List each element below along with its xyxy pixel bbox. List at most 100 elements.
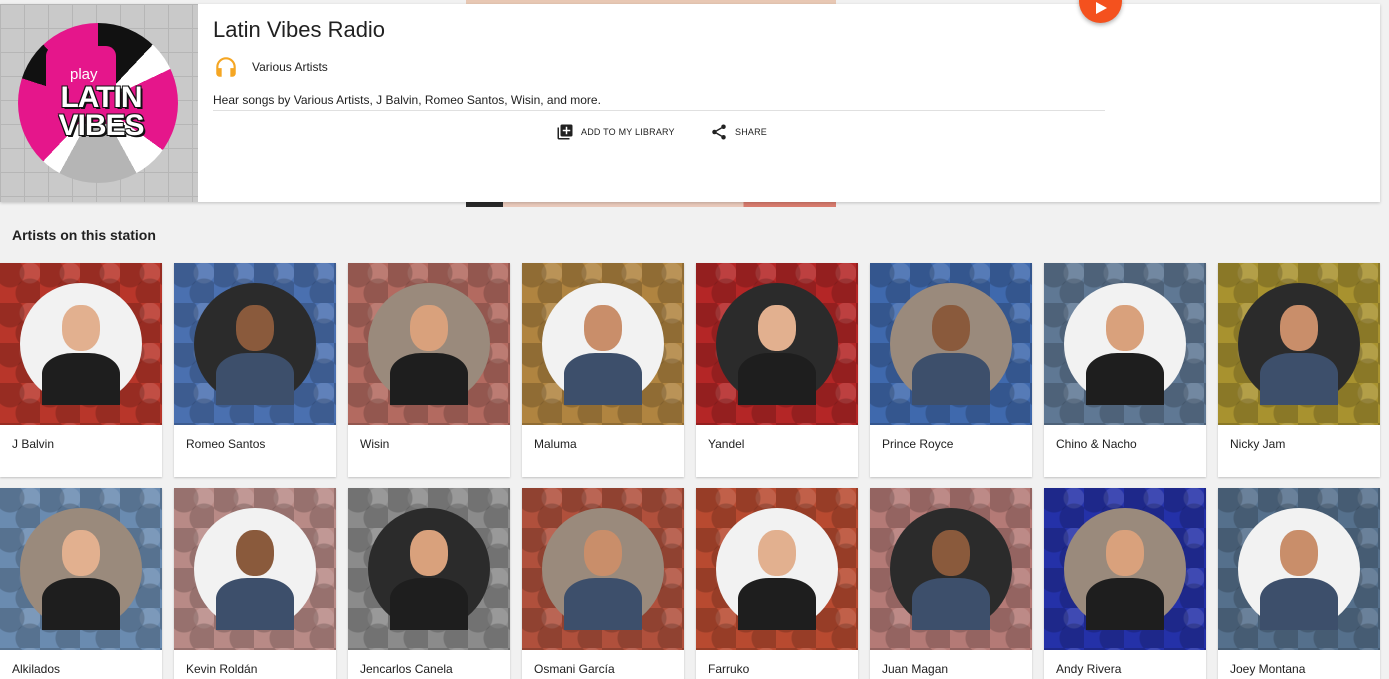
artist-tile[interactable]: Romeo Santos: [174, 263, 336, 477]
artist-photo-head: [584, 305, 622, 351]
artist-photo-head: [236, 305, 274, 351]
section-title: Artists on this station: [12, 227, 156, 243]
artist-tile[interactable]: Joey Montana: [1218, 488, 1380, 679]
artist-photo: [1064, 283, 1186, 405]
artist-tile[interactable]: Farruko: [696, 488, 858, 679]
headphones-icon: [216, 57, 236, 77]
artist-tile[interactable]: Jencarlos Canela: [348, 488, 510, 679]
station-artwork[interactable]: play LATIN VIBES: [0, 4, 198, 202]
artist-artwork: [1044, 488, 1206, 650]
artist-photo-head: [1106, 530, 1144, 576]
artist-photo: [368, 508, 490, 630]
artist-tile[interactable]: Alkilados: [0, 488, 162, 679]
artist-photo-body: [42, 353, 120, 405]
artist-tile[interactable]: Juan Magan: [870, 488, 1032, 679]
artist-tile[interactable]: Nicky Jam: [1218, 263, 1380, 477]
artist-photo-body: [1260, 353, 1338, 405]
add-to-library-label: ADD TO MY LIBRARY: [581, 127, 675, 137]
play-button[interactable]: [1079, 0, 1122, 23]
station-title: Latin Vibes Radio: [213, 17, 386, 42]
artist-name[interactable]: Yandel: [708, 437, 744, 451]
artist-photo: [1238, 508, 1360, 630]
artist-artwork: [1218, 263, 1380, 425]
artist-name[interactable]: Kevin Roldán: [186, 662, 257, 676]
station-description: Hear songs by Various Artists, J Balvin,…: [213, 93, 601, 107]
artist-photo: [542, 508, 664, 630]
artist-name[interactable]: Prince Royce: [882, 437, 953, 451]
artist-photo: [542, 283, 664, 405]
artist-photo-body: [564, 353, 642, 405]
artist-artwork: [1044, 263, 1206, 425]
play-icon: [1096, 2, 1107, 14]
artist-name[interactable]: Jencarlos Canela: [360, 662, 453, 676]
artist-photo-body: [738, 353, 816, 405]
divider: [213, 110, 1105, 111]
artist-photo-head: [1106, 305, 1144, 351]
artist-photo: [890, 283, 1012, 405]
artist-name[interactable]: Farruko: [708, 662, 749, 676]
artist-tile[interactable]: Yandel: [696, 263, 858, 477]
artist-artwork: [348, 263, 510, 425]
station-artist-row: Various Artists: [213, 54, 328, 80]
artist-photo: [368, 283, 490, 405]
share-label: SHARE: [735, 127, 768, 137]
artist-photo-head: [584, 530, 622, 576]
artist-photo-head: [932, 530, 970, 576]
artist-tile[interactable]: Wisin: [348, 263, 510, 477]
artist-photo-body: [390, 578, 468, 630]
artist-name[interactable]: Alkilados: [12, 662, 60, 676]
artist-tile[interactable]: Andy Rivera: [1044, 488, 1206, 679]
library-add-icon: [557, 124, 573, 140]
artist-photo-head: [932, 305, 970, 351]
artist-photo-body: [390, 353, 468, 405]
artist-artwork: [0, 488, 162, 650]
artist-photo-head: [758, 305, 796, 351]
share-icon: [712, 124, 726, 140]
artist-artwork: [696, 488, 858, 650]
artist-tile[interactable]: Maluma: [522, 263, 684, 477]
artist-photo-head: [410, 305, 448, 351]
artist-tile[interactable]: Prince Royce: [870, 263, 1032, 477]
artist-name[interactable]: Chino & Nacho: [1056, 437, 1137, 451]
artist-name[interactable]: Maluma: [534, 437, 577, 451]
artist-name[interactable]: Osmani García: [534, 662, 615, 676]
artist-name[interactable]: Andy Rivera: [1056, 662, 1121, 676]
artist-artwork: [1218, 488, 1380, 650]
artist-photo-body: [42, 578, 120, 630]
artist-artwork: [696, 263, 858, 425]
artist-artwork: [0, 263, 162, 425]
artist-name[interactable]: Nicky Jam: [1230, 437, 1285, 451]
artist-artwork: [522, 488, 684, 650]
station-artist-label[interactable]: Various Artists: [252, 60, 328, 74]
artist-photo-body: [912, 353, 990, 405]
artist-name[interactable]: Joey Montana: [1230, 662, 1305, 676]
artist-name[interactable]: Romeo Santos: [186, 437, 265, 451]
add-to-library-button[interactable]: ADD TO MY LIBRARY: [556, 122, 675, 142]
artist-photo-body: [564, 578, 642, 630]
share-button[interactable]: SHARE: [710, 122, 767, 142]
artist-photo-body: [1260, 578, 1338, 630]
artist-tile[interactable]: Kevin Roldán: [174, 488, 336, 679]
logo-title-text: LATIN VIBES: [58, 81, 144, 142]
artist-photo-head: [62, 530, 100, 576]
artist-artwork: [348, 488, 510, 650]
artist-tile[interactable]: Osmani García: [522, 488, 684, 679]
artist-artwork: [870, 488, 1032, 650]
artist-artwork: [870, 263, 1032, 425]
artist-photo: [716, 508, 838, 630]
artist-name[interactable]: Juan Magan: [882, 662, 948, 676]
artist-photo: [716, 283, 838, 405]
artist-photo: [1064, 508, 1186, 630]
artist-name[interactable]: Wisin: [360, 437, 389, 451]
artist-tile[interactable]: J Balvin: [0, 263, 162, 477]
artist-photo: [1238, 283, 1360, 405]
artist-tile[interactable]: Chino & Nacho: [1044, 263, 1206, 477]
artist-name[interactable]: J Balvin: [12, 437, 54, 451]
station-info-card: play LATIN VIBES Latin Vibes Radio Vario…: [0, 4, 1380, 202]
artist-photo: [194, 508, 316, 630]
artist-photo: [890, 508, 1012, 630]
artist-photo-body: [1086, 578, 1164, 630]
artist-photo-body: [216, 578, 294, 630]
artist-photo: [20, 283, 142, 405]
artist-photo-body: [216, 353, 294, 405]
